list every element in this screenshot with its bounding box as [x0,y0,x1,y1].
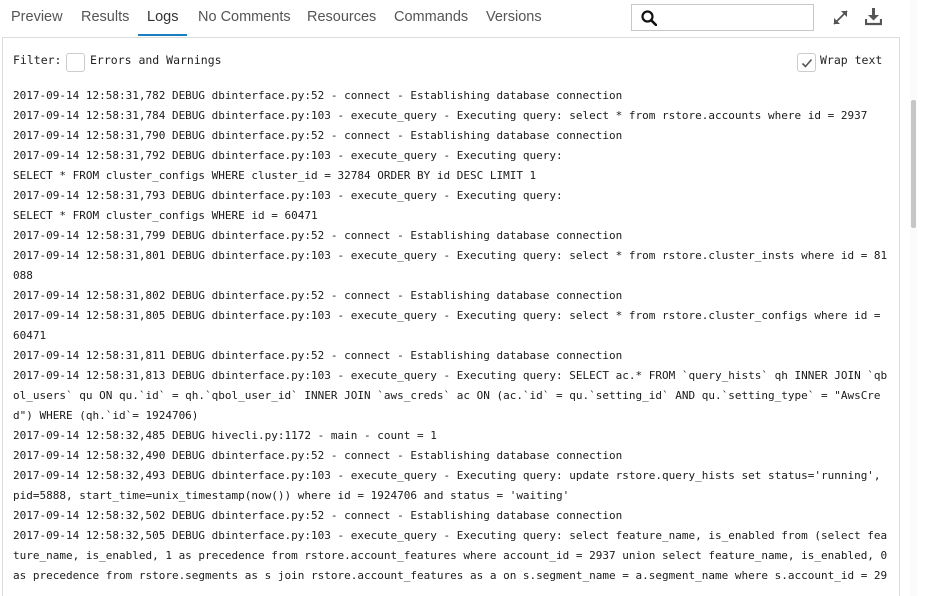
search-icon[interactable] [641,10,657,26]
tab-results[interactable]: Results [81,0,129,36]
log-line: 2017-09-14 12:58:32,490 DEBUG dbinterfac… [13,449,623,462]
page-scrollbar-thumb[interactable] [911,100,916,228]
log-line: ture_name, is_enabled, 1 as precedence f… [13,549,888,562]
tab-comments[interactable]: No Comments [198,0,291,36]
tab-bar: Preview Results Logs No Comments Resourc… [0,0,932,38]
log-line: 2017-09-14 12:58:31,793 DEBUG dbinterfac… [13,189,563,202]
filter-label: Filter: [13,53,62,67]
log-line: 2017-09-14 12:58:31,813 DEBUG dbinterfac… [13,369,888,382]
log-line: 2017-09-14 12:58:31,784 DEBUG dbinterfac… [13,109,868,122]
log-line: 2017-09-14 12:58:31,792 DEBUG dbinterfac… [13,149,563,162]
log-line: SELECT * FROM cluster_configs WHERE clus… [13,169,537,182]
log-line: 088 [13,269,33,282]
log-line: 2017-09-14 12:58:31,790 DEBUG dbinterfac… [13,129,623,142]
log-line: 2017-09-14 12:58:32,505 DEBUG dbinterfac… [13,529,888,542]
log-line: 2017-09-14 12:58:31,799 DEBUG dbinterfac… [13,229,623,242]
wrap-text-checkbox[interactable] [797,53,816,72]
log-line: as precedence from rstore.segments as s … [13,569,888,582]
tab-commands[interactable]: Commands [394,0,468,36]
check-icon [801,58,813,68]
log-line: 2017-09-14 12:58:31,811 DEBUG dbinterfac… [13,349,623,362]
tab-resources[interactable]: Resources [307,0,376,36]
search-box[interactable] [631,4,814,31]
search-input[interactable] [662,7,810,28]
tab-preview[interactable]: Preview [11,0,63,36]
page-scrollbar[interactable] [910,0,917,596]
log-line: 2017-09-14 12:58:32,502 DEBUG dbinterfac… [13,509,623,522]
log-line: SELECT * FROM cluster_configs WHERE id =… [13,209,318,222]
log-panel: Filter: Errors and Warnings Wrap text 20… [2,37,900,596]
log-line: 2017-09-14 12:58:31,805 DEBUG dbinterfac… [13,309,881,322]
tab-versions[interactable]: Versions [486,0,542,36]
log-line: 2017-09-14 12:58:31,802 DEBUG dbinterfac… [13,289,623,302]
expand-icon[interactable] [832,9,849,26]
errors-warnings-label[interactable]: Errors and Warnings [90,53,222,67]
log-line: 2017-09-14 12:58:31,801 DEBUG dbinterfac… [13,249,888,262]
log-line: 2017-09-14 12:58:32,493 DEBUG dbinterfac… [13,469,881,482]
log-line: 2017-09-14 12:58:32,485 DEBUG hivecli.py… [13,429,437,442]
log-line: ol_users` qu ON qu.`id` = qh.`qbol_user_… [13,389,881,402]
log-line: 2017-09-14 12:58:31,782 DEBUG dbinterfac… [13,89,623,102]
tab-logs[interactable]: Logs [138,0,188,36]
log-output: 2017-09-14 12:58:31,782 DEBUG dbinterfac… [13,86,891,586]
wrap-text-label[interactable]: Wrap text [820,53,882,67]
download-icon[interactable] [865,7,882,26]
log-line: 60471 [13,329,47,342]
log-line: d") WHERE (qh.`id`= 1924706) [13,409,199,422]
log-line: pid=5888, start_time=unix_timestamp(now(… [13,489,570,502]
errors-warnings-checkbox[interactable] [66,53,85,72]
